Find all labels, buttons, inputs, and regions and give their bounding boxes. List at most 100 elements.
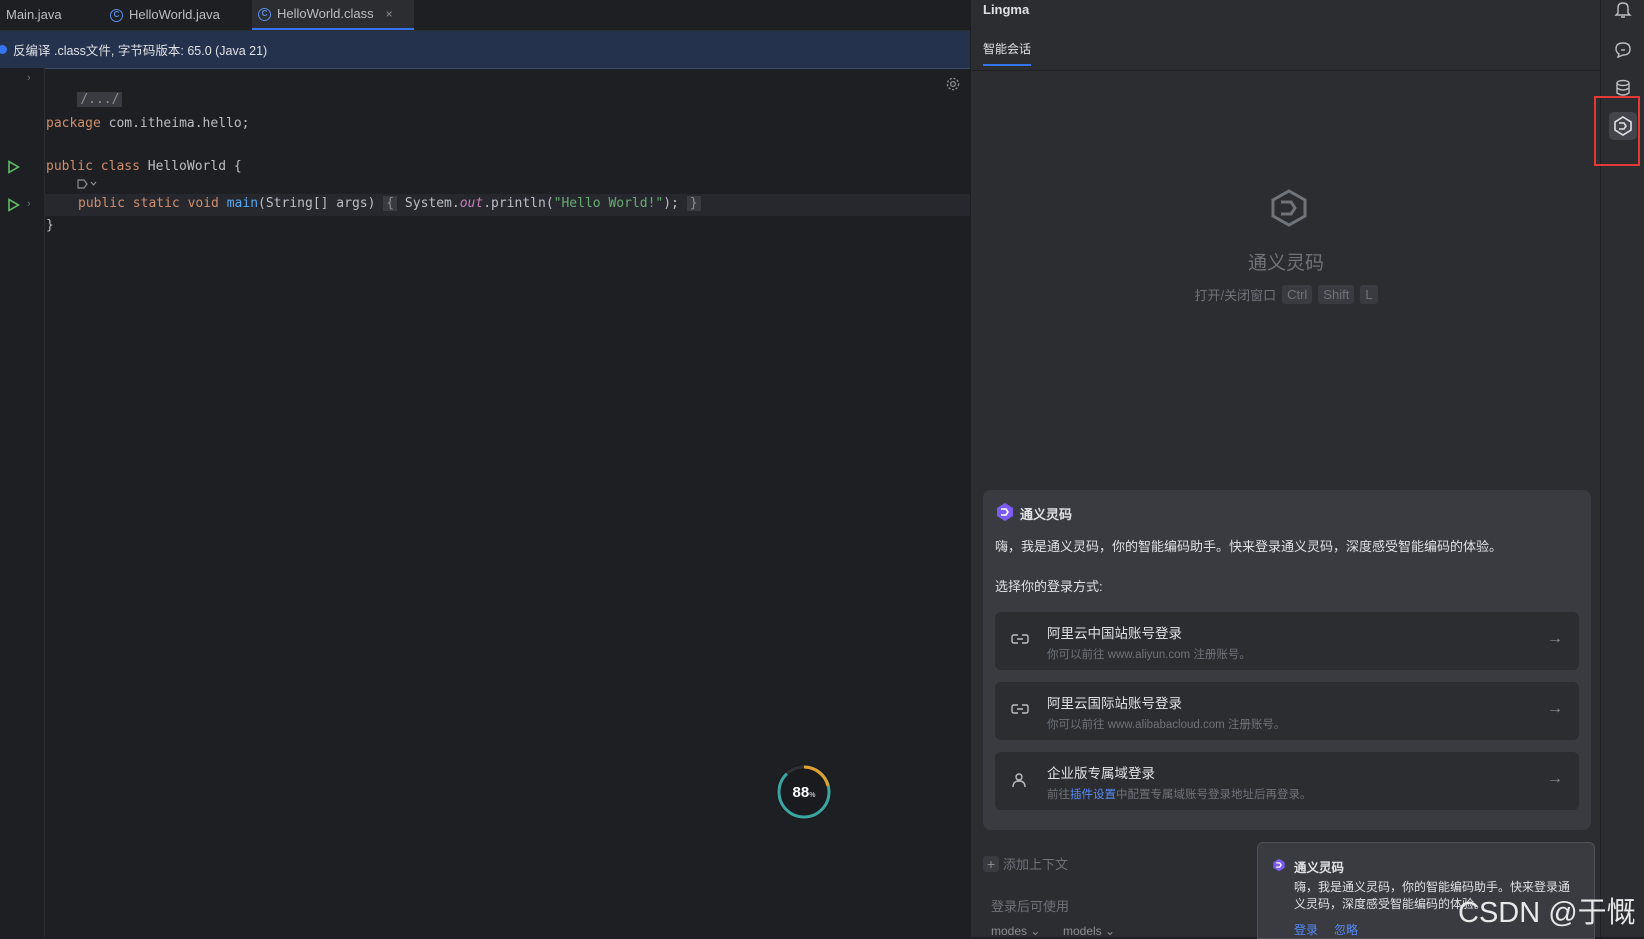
fold-brace[interactable]: } (686, 196, 701, 211)
chevron-right-icon[interactable]: › (27, 198, 31, 210)
plus-icon: + (983, 855, 999, 872)
editor-tab-bar: Main.java C HelloWorld.java C HelloWorld… (0, 0, 970, 31)
option-title: 企业版专属域登录 (1047, 766, 1155, 781)
card-title: 通义灵码 (995, 502, 1072, 525)
card-title-text: 通义灵码 (1020, 507, 1073, 522)
database-icon[interactable] (1613, 78, 1633, 98)
models-dropdown[interactable]: models ⌄ (1063, 924, 1115, 938)
subtitle-text: 中配置专属域账号登录地址后再登录。 (1116, 789, 1312, 801)
chat-input-area: + 添加上下文 登录后可使用 modes ⌄ models ⌄ (983, 850, 1253, 938)
modes-dropdown[interactable]: modes ⌄ (991, 924, 1040, 938)
keyword: public class (46, 159, 140, 174)
option-title: 阿里云国际站账号登录 (1047, 696, 1182, 711)
run-main-icon[interactable] (7, 198, 21, 215)
code-line-header[interactable]: /.../ (46, 70, 123, 107)
notification-title-text: 通义灵码 (1294, 861, 1345, 875)
tab-helloworld-class[interactable]: C HelloWorld.class × (252, 0, 414, 30)
shortcut-label: 打开/关闭窗口 (1194, 288, 1277, 303)
code-line-close[interactable]: } (46, 216, 54, 236)
close-tab-icon[interactable]: × (386, 4, 393, 24)
code-text: ); (663, 196, 679, 211)
login-link[interactable]: 登录 (1294, 921, 1318, 938)
tab-smart-chat[interactable]: 智能会话 (983, 40, 1032, 66)
login-card: 通义灵码 嗨，我是通义灵码，你的智能编码助手。快来登录通义灵码，深度感受智能编码… (983, 490, 1591, 830)
lingma-panel: Lingma 智能会话 通义灵码 打开/关闭窗口 Ctrl Shift L 通义… (970, 0, 1601, 939)
chevron-down-icon: ⌄ (1105, 924, 1116, 938)
editor-area: Main.java C HelloWorld.java C HelloWorld… (0, 0, 970, 937)
code-line-main[interactable]: public static void main(String[] args) {… (78, 194, 701, 214)
class-icon: C (258, 7, 271, 21)
string-literal: "Hello World!" (553, 196, 664, 211)
arrow-right-icon: → (1547, 630, 1563, 647)
decompiler-banner: 反编译 .class文件, 字节码版本: 65.0 (Java 21) (0, 31, 970, 69)
folded-header[interactable]: /.../ (77, 92, 123, 107)
bell-icon[interactable] (1613, 0, 1633, 20)
lingma-inline-icon[interactable] (77, 178, 97, 193)
code-line-package[interactable]: package com.itheima.hello; (46, 114, 250, 134)
field-name: out (459, 196, 484, 211)
perf-unit: % (809, 791, 816, 799)
code-text: (String[] args) (258, 196, 384, 211)
key-shift: Shift (1318, 285, 1355, 304)
chat-input[interactable]: 登录后可使用 (991, 896, 1069, 915)
chevron-down-icon: ⌄ (1030, 924, 1041, 938)
login-option-aliyun-cn[interactable]: 阿里云中国站账号登录 你可以前往 www.aliyun.com 注册账号。 → (995, 612, 1579, 670)
tab-label: HelloWorld.java (129, 7, 220, 22)
shortcut-hint: 打开/关闭窗口 Ctrl Shift L (971, 285, 1601, 304)
code-text: System. (397, 196, 460, 211)
greeting-text: 嗨，我是通义灵码，你的智能编码助手。快来登录通义灵码，深度感受智能编码的体验。 (995, 539, 1503, 554)
code-text: } (46, 218, 54, 233)
lingma-logo-icon (1269, 188, 1309, 231)
arrow-right-icon: → (1547, 700, 1563, 717)
tab-helloworld-java[interactable]: C HelloWorld.java (104, 0, 226, 30)
watermark: CSDN @于慨 (1458, 897, 1636, 929)
panel-title: Lingma (983, 2, 1030, 17)
perf-value: 88% (792, 783, 816, 801)
run-class-icon[interactable] (7, 160, 21, 177)
keyword: public static void (78, 196, 219, 211)
add-context-button[interactable]: + 添加上下文 (983, 854, 1068, 873)
models-label: models (1063, 924, 1102, 938)
arrow-right-icon: → (1547, 770, 1563, 787)
performance-widget[interactable]: 88% (776, 764, 832, 820)
class-icon: C (110, 8, 123, 22)
notification-title: 通义灵码 (1272, 857, 1344, 876)
tab-main-java[interactable]: Main.java (0, 0, 68, 30)
modes-label: modes (991, 924, 1028, 938)
tab-label: HelloWorld.class (277, 6, 374, 21)
option-title: 阿里云中国站账号登录 (1047, 626, 1182, 641)
annotation-highlight-box (1594, 96, 1640, 166)
user-icon (1011, 772, 1027, 791)
fold-brace[interactable]: { (383, 196, 398, 211)
login-option-enterprise[interactable]: 企业版专属域登录 前往插件设置中配置专属域账号登录地址后再登录。 → (995, 752, 1579, 810)
keyword: package (46, 116, 101, 131)
key-ctrl: Ctrl (1282, 285, 1313, 304)
banner-text: 反编译 .class文件, 字节码版本: 65.0 (Java 21) (13, 44, 268, 58)
option-subtitle: 前往插件设置中配置专属域账号登录地址后再登录。 (1047, 786, 1312, 802)
info-icon (0, 45, 7, 54)
method-name: main (226, 196, 259, 211)
code-text: HelloWorld { (139, 159, 242, 174)
subtitle-text: 前往 (1047, 789, 1070, 801)
plugin-settings-link[interactable]: 插件设置 (1070, 789, 1116, 801)
chevron-right-icon[interactable]: › (27, 72, 31, 84)
login-option-aliyun-intl[interactable]: 阿里云国际站账号登录 你可以前往 www.alibabacloud.com 注册… (995, 682, 1579, 740)
option-subtitle: 你可以前往 www.alibabacloud.com 注册账号。 (1047, 719, 1286, 731)
tab-label: Main.java (6, 7, 62, 22)
code-text: com.itheima.hello; (100, 116, 250, 131)
select-login-label: 选择你的登录方式: (995, 579, 1103, 594)
link-icon (1011, 702, 1029, 719)
link-icon (1011, 632, 1029, 649)
add-context-label: 添加上下文 (1003, 857, 1069, 872)
divider (971, 70, 1601, 71)
gear-icon[interactable] (945, 76, 961, 96)
option-subtitle: 你可以前往 www.aliyun.com 注册账号。 (1047, 649, 1251, 661)
lingma-icon (995, 502, 1015, 525)
code-line-class[interactable]: public class HelloWorld { (46, 157, 242, 177)
key-l: L (1360, 285, 1378, 304)
ignore-link[interactable]: 忽略 (1334, 921, 1358, 938)
code-text: .println( (483, 196, 554, 211)
empty-state-title: 通义灵码 (1247, 253, 1324, 274)
chat-icon[interactable] (1613, 40, 1633, 60)
lingma-icon (1272, 858, 1286, 875)
